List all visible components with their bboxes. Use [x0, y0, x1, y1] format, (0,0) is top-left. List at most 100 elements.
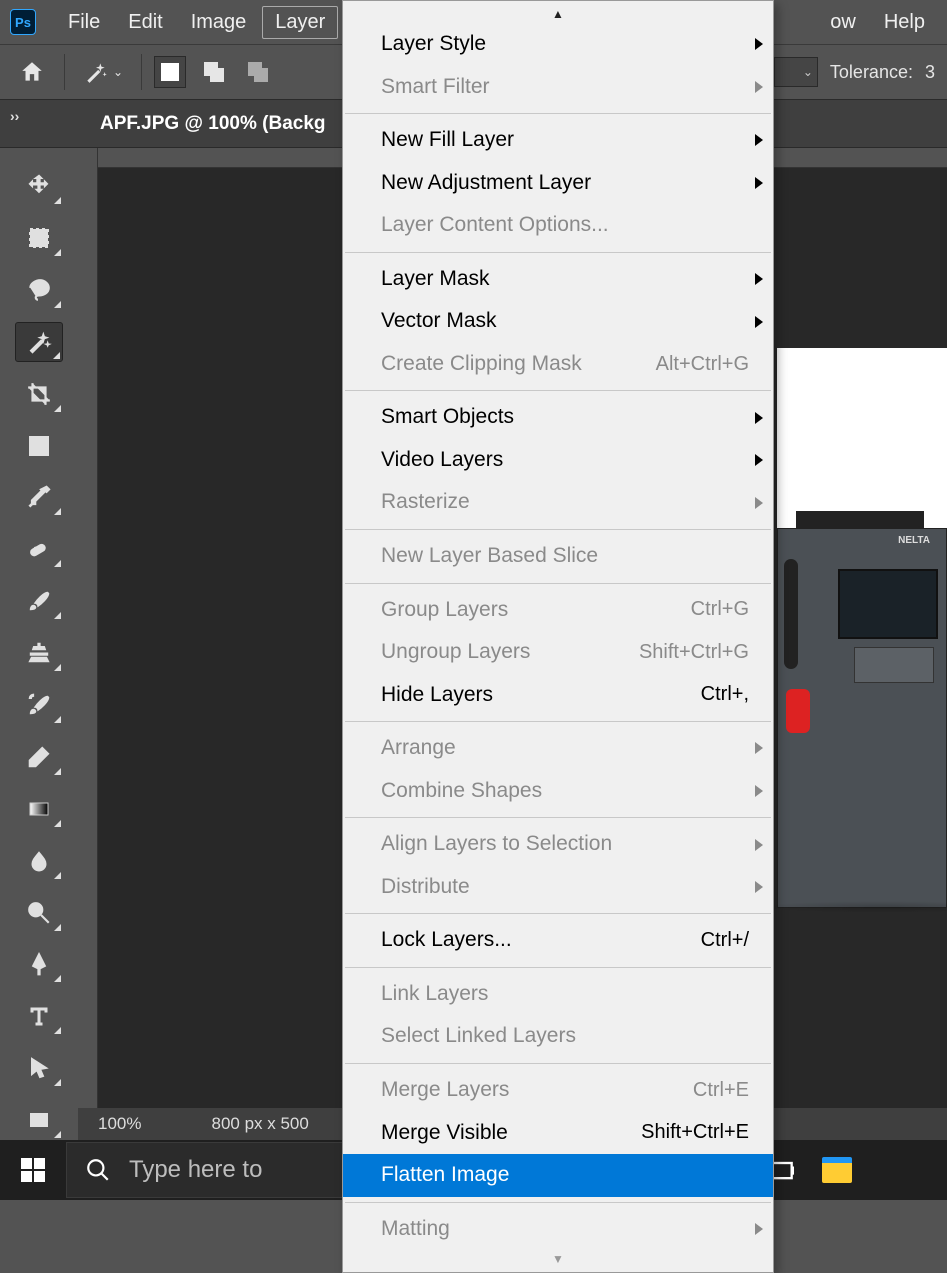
- magic-wand-tool[interactable]: [15, 322, 63, 362]
- menu-image[interactable]: Image: [179, 7, 259, 38]
- menu-scroll-up-icon[interactable]: ▲: [343, 5, 773, 23]
- windows-logo-icon: [21, 1158, 45, 1182]
- submenu-arrow-icon: [755, 316, 763, 328]
- document-dimensions: 800 px x 500: [211, 1114, 308, 1134]
- pen-tool[interactable]: [15, 945, 63, 985]
- options-dropdown[interactable]: ⌄: [774, 57, 818, 87]
- tools-panel: [0, 148, 78, 1140]
- move-tool[interactable]: [15, 166, 63, 206]
- menu-item-label: Ungroup Layers: [381, 636, 530, 669]
- menu-item-new-adjustment-layer[interactable]: New Adjustment Layer: [343, 162, 773, 205]
- menu-item-shortcut: Ctrl+E: [693, 1075, 749, 1106]
- menu-item-label: Smart Objects: [381, 401, 514, 434]
- selection-add-icon[interactable]: [198, 56, 230, 88]
- chevron-down-icon: ⌄: [803, 65, 813, 79]
- search-placeholder: Type here to: [129, 1156, 262, 1184]
- menu-item-merge-visible[interactable]: Merge VisibleShift+Ctrl+E: [343, 1112, 773, 1155]
- menu-item-label: New Layer Based Slice: [381, 540, 598, 573]
- submenu-arrow-icon: [755, 785, 763, 797]
- menu-item-label: Merge Layers: [381, 1074, 509, 1107]
- menu-item-layer-mask[interactable]: Layer Mask: [343, 258, 773, 301]
- eraser-tool[interactable]: [15, 737, 63, 777]
- menu-item-label: Combine Shapes: [381, 775, 542, 808]
- menu-item-select-linked-layers: Select Linked Layers: [343, 1015, 773, 1058]
- menu-item-label: Merge Visible: [381, 1117, 508, 1150]
- healing-brush-tool[interactable]: [15, 529, 63, 569]
- menu-item-label: Layer Mask: [381, 263, 490, 296]
- menu-item-vector-mask[interactable]: Vector Mask: [343, 300, 773, 343]
- tool-preset-picker[interactable]: ⌄: [77, 55, 129, 89]
- menu-item-label: New Fill Layer: [381, 124, 514, 157]
- crop-tool[interactable]: [15, 374, 63, 414]
- menu-item-flatten-image[interactable]: Flatten Image: [343, 1154, 773, 1197]
- menu-item-arrange: Arrange: [343, 727, 773, 770]
- menu-item-label: Flatten Image: [381, 1159, 509, 1192]
- path-selection-tool[interactable]: [15, 1048, 63, 1088]
- menu-help[interactable]: Help: [872, 7, 937, 38]
- menu-item-label: Lock Layers...: [381, 924, 512, 957]
- menu-item-shortcut: Ctrl+/: [701, 925, 749, 956]
- submenu-arrow-icon: [755, 273, 763, 285]
- app-logo[interactable]: Ps: [10, 9, 36, 35]
- selection-subtract-icon[interactable]: [242, 56, 274, 88]
- brush-tool[interactable]: [15, 581, 63, 621]
- type-tool[interactable]: [15, 996, 63, 1036]
- menu-separator: [345, 1063, 771, 1064]
- menu-item-combine-shapes: Combine Shapes: [343, 770, 773, 813]
- menu-item-label: Smart Filter: [381, 71, 490, 104]
- selection-new-icon[interactable]: [154, 56, 186, 88]
- lasso-tool[interactable]: [15, 270, 63, 310]
- dodge-tool[interactable]: [15, 893, 63, 933]
- menu-item-align-layers-to-selection: Align Layers to Selection: [343, 823, 773, 866]
- menu-item-create-clipping-mask: Create Clipping Mask Alt+Ctrl+G: [343, 343, 773, 386]
- submenu-arrow-icon: [755, 839, 763, 851]
- rectangle-tool[interactable]: [15, 1100, 63, 1140]
- history-brush-tool[interactable]: [15, 685, 63, 725]
- file-explorer-icon[interactable]: [822, 1157, 852, 1183]
- submenu-arrow-icon: [755, 177, 763, 189]
- menu-item-distribute: Distribute: [343, 866, 773, 909]
- menu-item-label: Create Clipping Mask: [381, 348, 582, 381]
- panel-expand-icon[interactable]: ››: [10, 108, 19, 124]
- submenu-arrow-icon: [755, 1223, 763, 1235]
- menu-layer[interactable]: Layer: [262, 6, 338, 39]
- menu-item-label: Vector Mask: [381, 305, 497, 338]
- clone-stamp-tool[interactable]: [15, 633, 63, 673]
- menu-file[interactable]: File: [56, 7, 112, 38]
- zoom-level[interactable]: 100%: [98, 1114, 141, 1134]
- menu-item-group-layers: Group LayersCtrl+G: [343, 589, 773, 632]
- menu-separator: [345, 529, 771, 530]
- ruler-vertical[interactable]: [78, 148, 98, 1140]
- menu-scroll-down-icon[interactable]: ▼: [343, 1250, 773, 1268]
- menu-separator: [345, 1202, 771, 1203]
- menu-item-video-layers[interactable]: Video Layers: [343, 439, 773, 482]
- chevron-down-icon: ⌄: [113, 65, 123, 79]
- menu-item-smart-filter: Smart Filter: [343, 66, 773, 109]
- menu-item-lock-layers[interactable]: Lock Layers... Ctrl+/: [343, 919, 773, 962]
- eyedropper-tool[interactable]: [15, 478, 63, 518]
- menu-separator: [345, 817, 771, 818]
- menu-window[interactable]: ow: [818, 7, 868, 38]
- submenu-arrow-icon: [755, 81, 763, 93]
- menu-item-hide-layers[interactable]: Hide LayersCtrl+,: [343, 674, 773, 717]
- menu-item-new-fill-layer[interactable]: New Fill Layer: [343, 119, 773, 162]
- blur-tool[interactable]: [15, 841, 63, 881]
- menu-separator: [345, 721, 771, 722]
- menu-separator: [345, 113, 771, 114]
- frame-tool[interactable]: [15, 426, 63, 466]
- menu-item-smart-objects[interactable]: Smart Objects: [343, 396, 773, 439]
- menu-separator: [345, 967, 771, 968]
- document-tab[interactable]: APF.JPG @ 100% (Backg: [100, 113, 326, 135]
- menu-item-shortcut: Alt+Ctrl+G: [656, 349, 749, 380]
- submenu-arrow-icon: [755, 454, 763, 466]
- menu-item-label: Arrange: [381, 732, 456, 765]
- submenu-arrow-icon: [755, 134, 763, 146]
- menu-item-layer-style[interactable]: Layer Style: [343, 23, 773, 66]
- gradient-tool[interactable]: [15, 789, 63, 829]
- home-button[interactable]: [12, 52, 52, 92]
- tolerance-value[interactable]: 3: [925, 62, 935, 83]
- menu-item-shortcut: Ctrl+,: [701, 679, 749, 710]
- marquee-tool[interactable]: [15, 218, 63, 258]
- start-button[interactable]: [0, 1140, 66, 1200]
- menu-edit[interactable]: Edit: [116, 7, 174, 38]
